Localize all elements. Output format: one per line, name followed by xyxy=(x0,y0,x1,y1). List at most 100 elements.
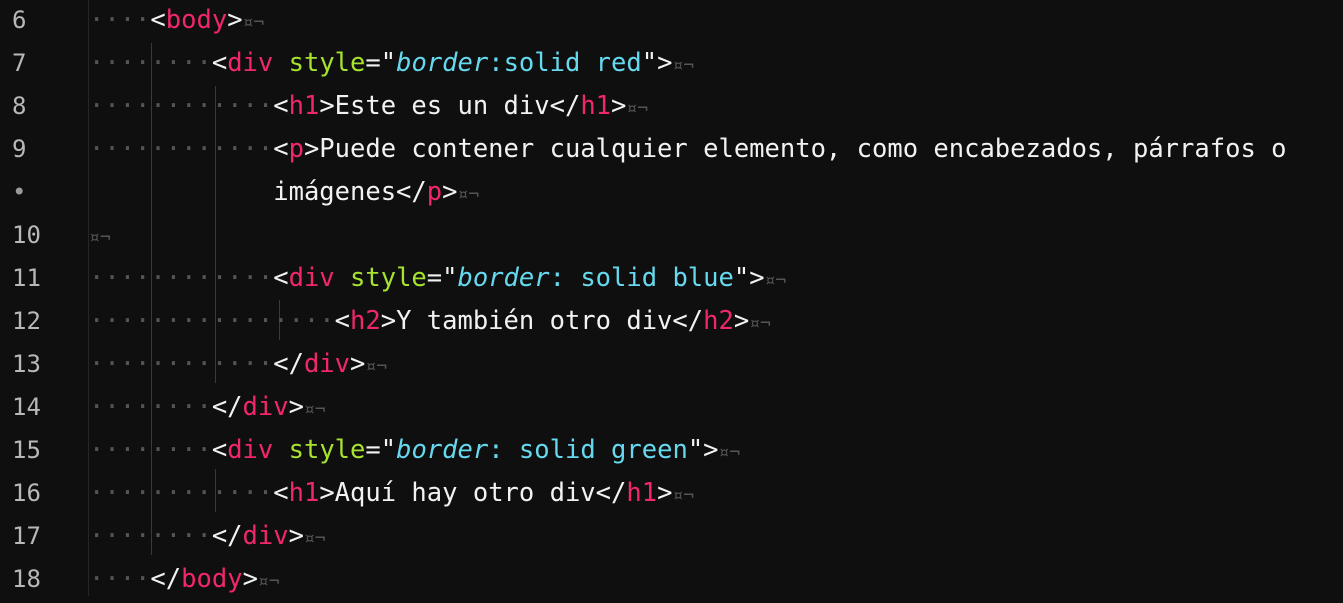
code-token: "> xyxy=(641,48,673,78)
code-token: >Puede contener cualquier elemento, como… xyxy=(303,134,1287,164)
code-line[interactable]: ¤¬ xyxy=(89,214,111,257)
code-token: > xyxy=(733,306,750,336)
code-token: div xyxy=(242,392,289,422)
whitespace-marker: ········ xyxy=(89,392,212,422)
code-token: =" xyxy=(426,263,458,293)
code-line[interactable]: ············</div>¤¬ xyxy=(89,343,387,386)
code-token: > xyxy=(442,177,458,207)
code-line[interactable]: ····<body>¤¬ xyxy=(89,0,264,42)
code-token: : solid blue xyxy=(549,263,734,293)
code-token: h1 xyxy=(580,91,612,121)
line-number: 16 xyxy=(12,479,41,507)
code-token: >Aquí hay otro div</ xyxy=(319,478,627,508)
line-number: 17 xyxy=(12,522,41,550)
line-number: 6 xyxy=(12,6,27,34)
code-token: < xyxy=(273,91,289,121)
code-token: =" xyxy=(365,48,397,78)
line-number: 9 xyxy=(12,135,27,163)
code-token: :solid red xyxy=(488,48,642,78)
line-number: 15 xyxy=(12,436,41,464)
whitespace-marker: ········ xyxy=(89,48,212,78)
line-number: 10 xyxy=(12,221,41,249)
whitespace-marker: ···· xyxy=(89,5,151,35)
code-token: h2 xyxy=(350,306,381,336)
code-line[interactable]: ········</div>¤¬ xyxy=(89,515,326,558)
code-token: border xyxy=(396,435,489,465)
code-token: "> xyxy=(687,435,719,465)
line-number: 14 xyxy=(12,393,41,421)
code-token: "> xyxy=(733,263,765,293)
code-token: border xyxy=(396,48,489,78)
code-line[interactable]: ············<p>Puede contener cualquier … xyxy=(89,128,1287,171)
code-token: > xyxy=(288,521,304,551)
code-token: imágenes</ xyxy=(273,177,427,207)
code-line[interactable]: ········<div style="border:solid red">¤¬ xyxy=(89,42,694,85)
code-token: div xyxy=(303,349,351,379)
end-of-line-marker: ¤¬ xyxy=(764,270,787,291)
code-token: > xyxy=(227,5,243,35)
code-token: > xyxy=(611,91,627,121)
line-number: 11 xyxy=(12,264,41,292)
code-token: </ xyxy=(273,349,304,379)
whitespace-marker: ················ xyxy=(89,306,335,336)
code-token: div xyxy=(288,263,335,293)
line-number: 12 xyxy=(12,307,41,335)
code-line[interactable]: imágenes</p>¤¬ xyxy=(89,171,479,214)
code-line[interactable]: ············<h1>Este es un div</h1>¤¬ xyxy=(89,85,648,128)
code-token: > xyxy=(350,349,366,379)
code-line[interactable]: ····</body>¤¬ xyxy=(89,558,280,601)
code-token: style xyxy=(288,48,366,78)
code-token: </ xyxy=(211,521,243,551)
whitespace-marker: ············ xyxy=(89,134,274,164)
code-token: > xyxy=(657,478,673,508)
end-of-line-marker: ¤¬ xyxy=(257,571,280,592)
line-number: 8 xyxy=(12,92,27,120)
whitespace-marker: ············ xyxy=(89,478,274,508)
whitespace-marker: ············ xyxy=(89,349,274,379)
end-of-line-marker: ¤¬ xyxy=(672,485,695,506)
end-of-line-marker: ¤¬ xyxy=(89,227,111,248)
code-token: < xyxy=(273,134,289,164)
code-editor[interactable]: 6 7 8 9 • 10 11 12 13 14 15 16 17 18 ····<body>¤¬ ····… xyxy=(0,0,1343,596)
code-token: : solid green xyxy=(488,435,688,465)
code-line[interactable]: ········<div style="border: solid green"… xyxy=(89,429,740,472)
whitespace-marker xyxy=(89,177,273,207)
code-token: p xyxy=(288,134,304,164)
code-line[interactable]: ············<h1>Aquí hay otro div</h1>¤¬ xyxy=(89,472,694,515)
code-line[interactable]: ········</div>¤¬ xyxy=(89,386,326,429)
code-token: >Este es un div</ xyxy=(319,91,581,121)
whitespace-marker: ········ xyxy=(89,521,212,551)
whitespace-marker: ············ xyxy=(89,263,274,293)
code-line[interactable]: ············<div style="border: solid bl… xyxy=(89,257,786,300)
code-token: </ xyxy=(211,392,243,422)
code-token: h1 xyxy=(626,478,658,508)
code-area[interactable]: ····<body>¤¬ ········<div style="border:s… xyxy=(89,0,1343,596)
line-number: 13 xyxy=(12,350,41,378)
line-number: 18 xyxy=(12,565,41,593)
whitespace-marker: ···· xyxy=(89,564,151,594)
end-of-line-marker: ¤¬ xyxy=(365,356,388,377)
code-token: =" xyxy=(365,435,397,465)
code-token: < xyxy=(273,478,289,508)
code-token: border xyxy=(457,263,550,293)
code-token: > xyxy=(242,564,258,594)
end-of-line-marker: ¤¬ xyxy=(718,442,741,463)
code-token: h2 xyxy=(703,306,734,336)
whitespace-marker: ············ xyxy=(89,91,274,121)
code-token: </ xyxy=(150,564,182,594)
code-token: >Y también otro div</ xyxy=(380,306,704,336)
code-token: div xyxy=(227,48,274,78)
line-number: • xyxy=(12,178,27,206)
end-of-line-marker: ¤¬ xyxy=(303,528,326,549)
code-token: > xyxy=(288,392,304,422)
code-token: div xyxy=(242,521,289,551)
end-of-line-marker: ¤¬ xyxy=(457,184,480,205)
code-token: div xyxy=(227,435,274,465)
code-line[interactable]: ················<h2>Y también otro div</… xyxy=(89,300,771,343)
code-token: h1 xyxy=(288,478,320,508)
end-of-line-marker: ¤¬ xyxy=(749,313,771,334)
code-token: style xyxy=(288,435,366,465)
line-number: 7 xyxy=(12,49,27,77)
